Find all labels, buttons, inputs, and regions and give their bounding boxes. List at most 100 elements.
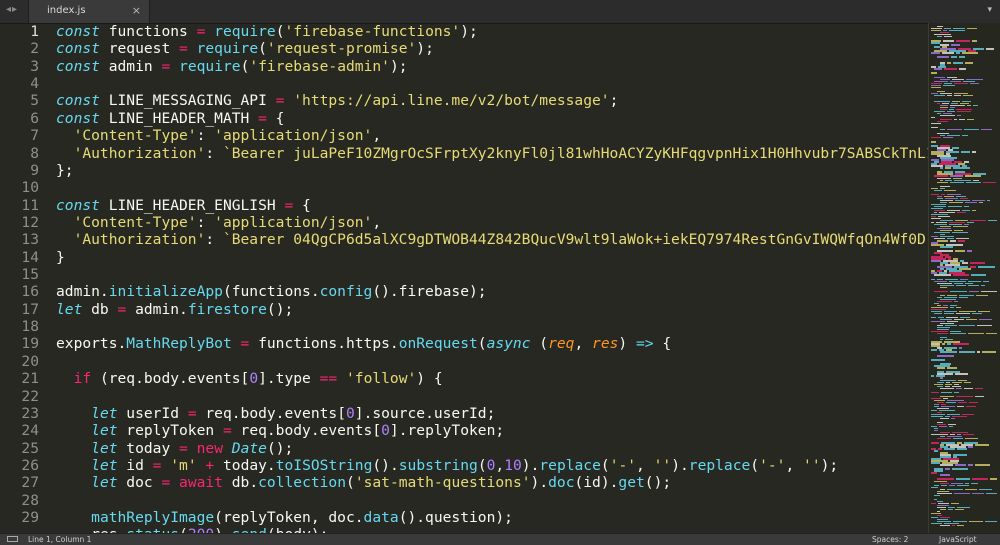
minimap-stroke <box>959 296 968 299</box>
code-token: admin. <box>126 300 188 318</box>
minimap-stroke <box>931 462 941 464</box>
minimap-stroke <box>934 494 940 497</box>
code-token: const <box>56 40 100 58</box>
minimap-stroke <box>958 240 965 242</box>
minimap[interactable] <box>928 23 1000 533</box>
code-area[interactable]: const functions = require('firebase-func… <box>56 23 928 533</box>
minimap-stroke <box>968 464 974 466</box>
code-token: let <box>91 404 118 422</box>
minimap-stroke <box>960 151 971 153</box>
panel-toggle-icon[interactable] <box>7 536 18 542</box>
minimap-stroke <box>943 68 957 70</box>
indentation-setting[interactable]: Spaces: 2 <box>872 534 908 545</box>
code-token: exports. <box>56 335 127 353</box>
minimap-stroke <box>975 444 990 446</box>
code-line[interactable]: 'Content-Type': 'application/json', <box>56 127 382 144</box>
minimap-stroke <box>934 94 945 97</box>
minimap-stroke <box>934 430 938 432</box>
code-token: replace <box>688 457 751 474</box>
minimap-stroke <box>954 94 961 97</box>
minimap-stroke <box>956 284 966 286</box>
minimap-stroke <box>959 118 965 121</box>
minimap-stroke <box>964 129 979 131</box>
minimap-stroke <box>986 48 994 50</box>
code-line[interactable]: mathReplyImage(replyToken, doc.data().qu… <box>56 509 513 526</box>
tab-bar: ◂▸ index.js × ▾ <box>0 0 1000 24</box>
minimap-stroke <box>971 40 977 42</box>
chevron-down-icon[interactable]: ▾ <box>987 5 992 15</box>
syntax-selector[interactable]: JavaScript <box>939 534 977 545</box>
tab-navigation-arrows-icon[interactable]: ◂▸ <box>6 4 18 15</box>
code-line[interactable]: 'Content-Type': 'application/json', <box>56 214 382 231</box>
code-line[interactable]: let db = admin.firestore(); <box>56 301 293 318</box>
minimap-stroke <box>931 141 937 143</box>
minimap-stroke <box>971 478 988 480</box>
tab-index-js[interactable]: index.js × <box>28 0 150 23</box>
code-token: initializeApp <box>108 283 223 301</box>
code-line[interactable]: if (req.body.events[0].type == 'follow')… <box>56 370 443 387</box>
minimap-stroke <box>961 135 969 137</box>
code-line[interactable]: let doc = await db.collection('sat-math-… <box>56 474 671 491</box>
line-number: 27 <box>21 474 39 492</box>
code-line[interactable]: const functions = require('firebase-func… <box>56 23 478 40</box>
code-token: const <box>56 92 100 110</box>
code-line[interactable]: let id = 'm' + today.toISOString().subst… <box>56 457 838 474</box>
code-line[interactable]: const admin = require('firebase-admin'); <box>56 58 408 75</box>
line-number: 19 <box>21 335 39 353</box>
minimap-stroke <box>978 266 996 268</box>
code-line[interactable]: exports.MathReplyBot = functions.https.o… <box>56 335 671 352</box>
minimap-stroke <box>931 116 935 119</box>
code-token: MathReplyBot <box>126 335 232 353</box>
code-token: require <box>179 57 241 75</box>
minimap-stroke <box>956 306 961 309</box>
line-number: 23 <box>21 404 39 422</box>
minimap-stroke <box>951 56 958 58</box>
minimap-stroke <box>940 508 947 511</box>
line-number: 5 <box>30 92 39 110</box>
minimap-stroke <box>944 36 953 38</box>
code-token: (id). <box>574 474 619 492</box>
minimap-stroke <box>934 274 951 276</box>
code-line[interactable]: const request = require('request-promise… <box>56 40 434 57</box>
code-line[interactable]: }; <box>56 162 74 179</box>
code-line[interactable]: let userId = req.body.events[0].source.u… <box>56 405 495 422</box>
code-token: LINE_HEADER_MATH <box>99 109 259 127</box>
code-token: = <box>179 40 188 58</box>
code-line[interactable]: let today = new Date(); <box>56 440 293 457</box>
code-line[interactable]: 'Authorization': `Bearer juLaPeF10ZMgrOc… <box>56 145 928 162</box>
minimap-stroke <box>966 318 978 321</box>
minimap-stroke <box>978 488 993 490</box>
minimap-stroke <box>955 52 961 54</box>
minimap-stroke <box>965 488 977 490</box>
code-line[interactable]: admin.initializeApp(functions.config().f… <box>56 283 487 300</box>
code-line[interactable]: } <box>56 249 65 266</box>
code-token: = <box>117 300 127 318</box>
code-line[interactable]: const LINE_HEADER_ENGLISH = { <box>56 197 311 214</box>
minimap-stroke <box>931 375 935 377</box>
minimap-stroke <box>979 201 984 204</box>
line-number: 11 <box>21 196 39 214</box>
code-token: ( <box>477 457 487 474</box>
minimap-stroke <box>931 359 945 361</box>
code-line[interactable]: 'Authorization': `Bearer 04QgCP6d5alXC9g… <box>56 231 928 248</box>
minimap-stroke <box>940 129 946 131</box>
minimap-stroke <box>964 62 973 64</box>
minimap-stroke <box>962 52 978 54</box>
minimap-stroke <box>989 478 997 480</box>
code-line[interactable]: const LINE_MESSAGING_API = 'https://api.… <box>56 92 618 109</box>
code-line[interactable]: const LINE_HEADER_MATH = { <box>56 110 284 127</box>
code-line[interactable]: let replyToken = req.body.events[0].repl… <box>56 422 504 439</box>
minimap-stroke <box>962 94 973 97</box>
close-icon[interactable]: × <box>132 4 141 17</box>
code-token: mathReplyImage <box>91 509 215 527</box>
minimap-stroke <box>957 484 970 486</box>
minimap-stroke <box>985 492 997 494</box>
code-token: require <box>214 23 276 40</box>
code-editor[interactable]: 1 2 3 4 5 6 7 8 9 10 11 12 13 14 15 16 17 18 19 20 21 22 23 24 2… <box>0 23 928 533</box>
minimap-stroke <box>959 56 965 58</box>
